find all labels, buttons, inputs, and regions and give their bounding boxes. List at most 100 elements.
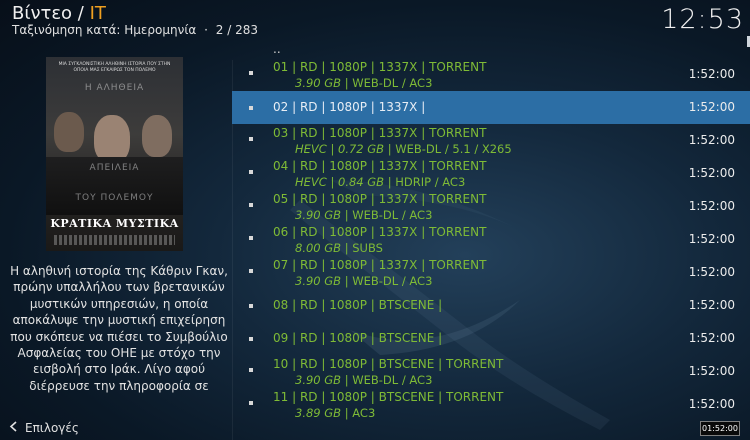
item-details: 3.90 GB | WEB-DL / AC3 — [295, 274, 432, 288]
item-duration: 1:52:00 — [688, 265, 735, 279]
item-duration: 1:52:00 — [688, 199, 735, 213]
item-title: 11 | RD | 1080P | BTSCENE | TORRENT — [273, 390, 504, 404]
bullet-icon — [249, 106, 253, 110]
item-size: 3.90 GB — [295, 274, 342, 288]
list-item[interactable]: 11 | RD | 1080P | BTSCENE | TORRENT 3.89 … — [232, 388, 750, 421]
options-icon — [8, 421, 19, 435]
item-size: 0.84 GB — [338, 175, 385, 189]
item-duration: 1:52:00 — [688, 133, 735, 147]
movie-poster: ΜΙΑ ΣΥΓΚΛΟΝΙΣΤΙΚΗ ΑΛΗΘΙΝΗ ΙΣΤΟΡΙΑ ΠΟΥ ΣΤ… — [46, 57, 183, 251]
title-main: Βίντεο / — [12, 3, 90, 24]
poster-credits — [54, 235, 175, 245]
item-title: 02 | RD | 1080P | 1337X | — [273, 100, 426, 114]
list-item[interactable]: 09 | RD | 1080P | BTSCENE | 1:52:00 — [232, 322, 750, 355]
item-details: 3.89 GB | AC3 — [295, 406, 375, 420]
sort-info: Ταξινόμηση κατά: Ημερομηνία · 2 / 283 — [12, 23, 258, 37]
poster-tagline: ΜΙΑ ΣΥΓΚΛΟΝΙΣΤΙΚΗ ΑΛΗΘΙΝΗ ΙΣΤΟΡΙΑ ΠΟΥ ΣΤ… — [58, 62, 171, 73]
bullet-icon — [249, 203, 253, 207]
item-info: SUBS — [352, 241, 383, 255]
item-duration: 1:52:00 — [688, 166, 735, 180]
options-button[interactable]: Επιλογές — [8, 421, 79, 435]
item-size: 3.90 GB — [295, 208, 342, 222]
item-details: HEVC | 0.84 GB | HDRIP / AC3 — [295, 175, 465, 189]
item-separator: | — [341, 241, 353, 255]
item-separator: | — [341, 406, 353, 420]
poster-overlay-2: ΑΠΕΙΛΕΙΑ — [89, 163, 140, 173]
sort-label: Ταξινόμηση κατά: Ημερομηνία — [12, 23, 197, 37]
item-title: 10 | RD | 1080P | BTSCENE | TORRENT — [273, 357, 504, 371]
list-item[interactable]: 03 | RD | 1080P | 1337X | TORRENT HEVC | … — [232, 124, 750, 157]
item-duration: 1:52:00 — [688, 298, 735, 312]
bullet-icon — [249, 71, 253, 75]
item-details: 3.90 GB | WEB-DL / AC3 — [295, 208, 432, 222]
item-title: 01 | RD | 1080P | 1337X | TORRENT — [273, 60, 487, 74]
item-separator: | — [341, 274, 353, 288]
clock: 12:53 — [661, 4, 744, 35]
poster-face-right — [142, 115, 172, 157]
item-title: 03 | RD | 1080P | 1337X | TORRENT — [273, 126, 487, 140]
item-title: 09 | RD | 1080P | BTSCENE | — [273, 331, 443, 345]
item-position: 2 / 283 — [215, 23, 258, 37]
list-item[interactable]: 01 | RD | 1080P | 1337X | TORRENT 3.90 GB… — [232, 58, 750, 91]
title-accent: IT — [89, 3, 106, 24]
list-item[interactable]: 02 | RD | 1080P | 1337X | 1:52:00 — [232, 91, 750, 124]
item-codec: HEVC — [295, 142, 327, 156]
bullet-icon — [249, 269, 253, 273]
item-size: 3.89 GB — [295, 406, 342, 420]
list-item[interactable]: 06 | RD | 1080P | 1337X | TORRENT 8.00 GB… — [232, 223, 750, 256]
bullet-icon — [249, 170, 253, 174]
item-size: 8.00 GB — [295, 241, 342, 255]
item-separator: | — [341, 76, 353, 90]
list-item[interactable]: 07 | RD | 1080P | 1337X | TORRENT 3.90 GB… — [232, 256, 750, 289]
item-info: HDRIP / AC3 — [395, 175, 466, 189]
item-title: 07 | RD | 1080P | 1337X | TORRENT — [273, 258, 487, 272]
item-separator: | — [341, 208, 353, 222]
parent-folder-item[interactable]: .. — [273, 42, 281, 56]
list-item[interactable]: 05 | RD | 1080P | 1337X | TORRENT 3.90 GB… — [232, 190, 750, 223]
bullet-icon — [249, 337, 253, 341]
bullet-icon — [249, 137, 253, 141]
item-separator: | — [384, 175, 396, 189]
item-codec: HEVC — [295, 175, 327, 189]
list-item[interactable]: 04 | RD | 1080P | 1337X | TORRENT HEVC | … — [232, 157, 750, 190]
bullet-icon — [249, 236, 253, 240]
poster-overlay-1: Η ΑΛΗΘΕΙΑ — [84, 83, 145, 93]
poster-title: ΚΡΑΤΙΚΑ ΜΥΣΤΙΚΑ — [50, 217, 179, 230]
item-title: 06 | RD | 1080P | 1337X | TORRENT — [273, 225, 487, 239]
poster-face-left — [54, 112, 84, 152]
poster-face-center — [94, 115, 130, 163]
bullet-icon — [249, 304, 253, 308]
item-size: 3.90 GB — [295, 76, 342, 90]
item-size: 3.90 GB — [295, 373, 342, 387]
item-duration: 1:52:00 — [688, 100, 735, 114]
item-separator: | — [326, 175, 338, 189]
options-label: Επιλογές — [25, 421, 79, 435]
item-duration: 1:52:00 — [688, 67, 735, 81]
item-title: 05 | RD | 1080P | 1337X | TORRENT — [273, 192, 487, 206]
plot-text: Η αληθινή ιστορία της Κάθριν Γκαν, πρώην… — [10, 264, 228, 393]
item-duration: 1:52:00 — [688, 397, 735, 411]
item-title: 08 | RD | 1080P | BTSCENE | — [273, 298, 443, 312]
item-separator: | — [341, 373, 353, 387]
separator: · — [204, 23, 208, 37]
item-info: WEB-DL / AC3 — [352, 76, 433, 90]
item-info: AC3 — [352, 406, 376, 420]
item-separator: | — [384, 142, 396, 156]
item-details: 3.90 GB | WEB-DL / AC3 — [295, 76, 432, 90]
list-item[interactable]: 10 | RD | 1080P | BTSCENE | TORRENT 3.90 … — [232, 355, 750, 388]
item-info: WEB-DL / AC3 — [352, 274, 433, 288]
item-separator: | — [326, 142, 338, 156]
item-info: WEB-DL / AC3 — [352, 208, 433, 222]
item-details: HEVC | 0.72 GB | WEB-DL / 5.1 / X265 — [295, 142, 512, 156]
item-details: 8.00 GB | SUBS — [295, 241, 383, 255]
bullet-icon — [249, 401, 253, 405]
item-details: 3.90 GB | WEB-DL / AC3 — [295, 373, 432, 387]
item-info: WEB-DL / 5.1 / X265 — [395, 142, 512, 156]
poster-overlay-3: ΤΟΥ ΠΟΛΕΜΟΥ — [75, 193, 154, 203]
window-title: Βίντεο / IT — [12, 3, 106, 24]
list-item[interactable]: 08 | RD | 1080P | BTSCENE | 1:52:00 — [232, 289, 750, 322]
item-duration: 1:52:00 — [688, 364, 735, 378]
item-duration: 1:52:00 — [688, 232, 735, 246]
item-duration: 1:52:00 — [688, 331, 735, 345]
item-info: WEB-DL / AC3 — [352, 373, 433, 387]
